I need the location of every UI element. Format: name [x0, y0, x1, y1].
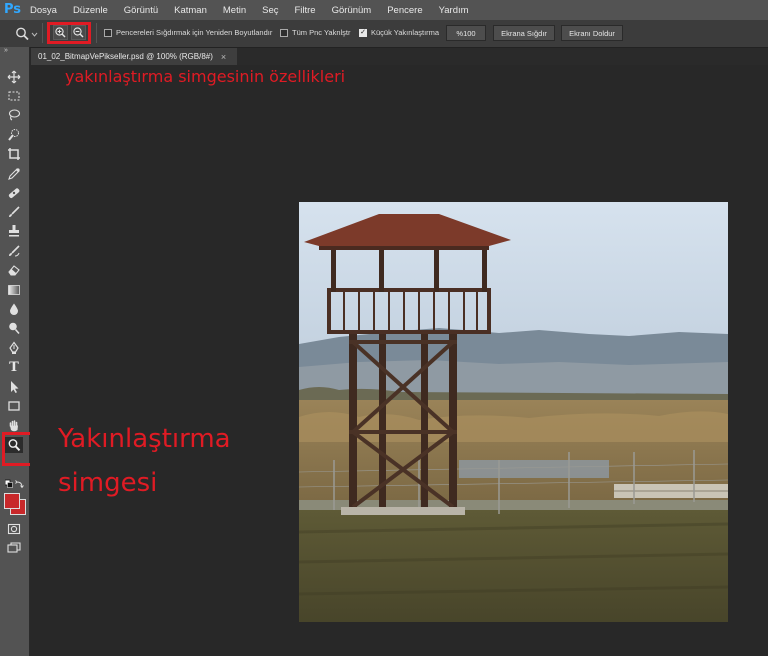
quick-selection-tool[interactable] [5, 127, 23, 143]
healing-brush-tool[interactable] [5, 185, 23, 201]
menu-type[interactable]: Metin [223, 5, 246, 16]
document-tab-title: 01_02_BitmapVePikseller.psd @ 100% (RGB/… [38, 52, 213, 61]
eyedropper-icon [8, 168, 20, 180]
resize-windows-label: Pencereleri Sığdırmak için Yeniden Boyut… [116, 28, 273, 37]
document-image[interactable] [298, 202, 729, 622]
pen-tool[interactable] [5, 340, 23, 356]
move-tool[interactable] [5, 69, 23, 85]
quick-selection-icon [8, 129, 19, 141]
screen-mode-button[interactable] [5, 540, 23, 556]
stamp-icon [9, 225, 19, 237]
menu-layer[interactable]: Katman [174, 5, 207, 16]
options-bar: Pencereleri Sığdırmak için Yeniden Boyut… [0, 20, 768, 48]
checkbox-box [280, 28, 288, 37]
close-icon[interactable]: × [221, 52, 226, 62]
menu-file[interactable]: Dosya [30, 5, 57, 16]
zoom-all-windows-label: Tüm Pnc Yaknlştr [292, 28, 351, 37]
droplet-icon [10, 303, 18, 315]
fit-screen-button[interactable]: Ekrana Sığdır [493, 25, 555, 41]
default-colors-control[interactable] [4, 477, 25, 489]
watchtower-photo [298, 202, 729, 622]
menu-help[interactable]: Yardım [439, 5, 469, 16]
tools-panel: » T [0, 47, 30, 656]
type-tool[interactable]: T [5, 359, 23, 375]
separator [96, 23, 97, 43]
scrubby-zoom-checkbox[interactable]: ✓ Küçük Yakınlaştırma [359, 28, 439, 37]
arrow-cursor-icon [11, 381, 19, 393]
zoom-100-button[interactable]: %100 [446, 25, 486, 41]
annotation-zoom-tool-line2: simgesi [58, 468, 158, 498]
resize-windows-checkbox[interactable]: Pencereleri Sığdırmak için Yeniden Boyut… [104, 28, 272, 37]
quick-mask-icon [7, 523, 21, 535]
lasso-tool[interactable] [5, 107, 23, 123]
menu-view[interactable]: Görünüm [332, 5, 372, 16]
magnifier-icon [16, 27, 38, 41]
brush-icon [9, 206, 20, 217]
lasso-icon [8, 109, 21, 121]
default-colors-icon [4, 479, 24, 489]
gradient-icon [8, 285, 20, 295]
menu-bar: Ps Dosya Düzenle Görüntü Katman Metin Se… [0, 0, 768, 20]
dodge-icon [9, 322, 20, 335]
type-icon: T [9, 359, 19, 375]
menu-window[interactable]: Pencere [387, 5, 422, 16]
foreground-color-swatch[interactable] [4, 493, 20, 509]
history-brush-tool[interactable] [5, 243, 23, 259]
clone-stamp-tool[interactable] [5, 223, 23, 239]
color-swatches[interactable] [2, 491, 26, 515]
annotation-zoom-tool-line1: Yakınlaştırma [58, 424, 231, 454]
eraser-icon [8, 265, 20, 276]
checkbox-box [104, 28, 112, 37]
bandage-icon [8, 188, 20, 198]
marquee-tool[interactable] [5, 88, 23, 104]
annotation-zoom-properties: yakınlaştırma simgesinin özellikleri [65, 67, 346, 86]
checkmark-icon: ✓ [359, 28, 367, 37]
gradient-tool[interactable] [5, 282, 23, 298]
separator [42, 23, 43, 43]
menu-edit[interactable]: Düzenle [73, 5, 108, 16]
screen-mode-icon [7, 542, 21, 553]
document-tab-strip: 01_02_BitmapVePikseller.psd @ 100% (RGB/… [31, 48, 768, 65]
menu-select[interactable]: Seç [262, 5, 278, 16]
history-brush-icon [9, 245, 20, 257]
zoom-mode-highlight-box [47, 22, 91, 44]
eyedropper-tool[interactable] [5, 166, 23, 182]
rectangle-tool[interactable] [5, 398, 23, 414]
brush-tool[interactable] [5, 204, 23, 220]
menu-image[interactable]: Görüntü [124, 5, 158, 16]
rectangle-icon [8, 401, 20, 411]
quick-mask-button[interactable] [5, 521, 23, 537]
blur-tool[interactable] [5, 301, 23, 317]
hand-icon [9, 420, 18, 432]
crop-icon [8, 148, 20, 160]
fill-screen-button[interactable]: Ekranı Doldur [561, 25, 623, 41]
path-selection-tool[interactable] [5, 379, 23, 395]
marquee-icon [8, 91, 20, 101]
dodge-tool[interactable] [5, 320, 23, 336]
scrubby-zoom-label: Küçük Yakınlaştırma [371, 28, 440, 37]
eraser-tool[interactable] [5, 262, 23, 278]
pen-icon [9, 341, 19, 354]
zoom-all-windows-checkbox[interactable]: Tüm Pnc Yaknlştr [280, 28, 351, 37]
tool-preset-picker[interactable] [14, 26, 38, 42]
crop-tool[interactable] [5, 146, 23, 162]
photoshop-logo: Ps [4, 2, 22, 17]
move-icon [7, 70, 21, 84]
document-tab[interactable]: 01_02_BitmapVePikseller.psd @ 100% (RGB/… [31, 48, 237, 65]
collapse-toolbar-icon[interactable]: » [4, 47, 8, 54]
menu-filter[interactable]: Filtre [294, 5, 315, 16]
